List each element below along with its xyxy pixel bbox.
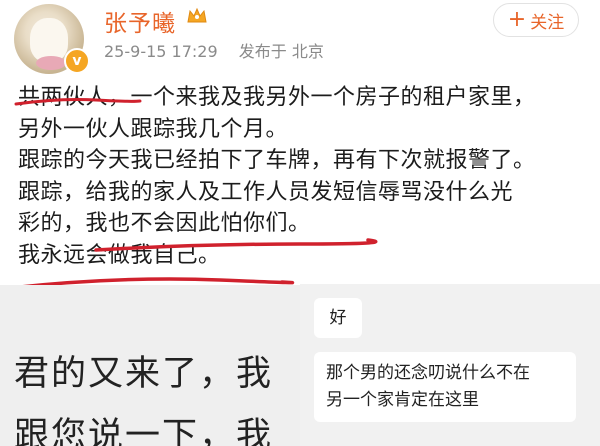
chat-bubble-line: 另一个家肯定在这里: [326, 390, 479, 410]
chat-text-line: 君的又来了，我: [14, 354, 274, 394]
plus-icon: +: [507, 7, 527, 32]
chat-screenshot-left: 君的又来了，我 跟您说一下，我: [0, 285, 300, 446]
chat-bubble-line: 那个男的还念叨说什么不在: [326, 363, 530, 383]
post-line: 跟踪的今天我已经拍下了车牌，再有下次就报警了。: [18, 148, 536, 173]
avatar-flower: [36, 56, 66, 70]
username[interactable]: 张予曦: [104, 4, 176, 38]
post-line: 我永远会做我自己。: [18, 242, 221, 268]
verified-badge-icon: v: [64, 48, 90, 74]
post-line: 共两伙人，一个来我及我另外一个房子的租户家里，: [18, 85, 536, 110]
follow-label: 关注: [530, 12, 565, 33]
post-line: 彩的，我也不会因此怕你们。: [18, 211, 311, 236]
follow-button[interactable]: + 关注: [493, 3, 579, 37]
post-line: 跟踪，给我的家人及工作人员发短信辱骂没什么光: [18, 179, 514, 205]
crown-icon: [187, 7, 207, 23]
post-body: 共两伙人，一个来我及我另外一个房子的租户家里， 另外一伙人跟踪我几个月。 跟踪的…: [18, 82, 588, 271]
post-timestamp: 25-9-15 17:29: [104, 42, 218, 61]
chat-text-line: 跟您说一下，我: [14, 416, 274, 446]
chat-bubble: 好: [314, 298, 362, 338]
post-location: 发布于 北京: [238, 42, 324, 61]
chat-bubble: 那个男的还念叨说什么不在 另一个家肯定在这里: [314, 352, 576, 422]
post-line: 另外一伙人跟踪我几个月。: [18, 116, 289, 142]
post-meta: 25-9-15 17:29 发布于 北京: [104, 38, 324, 62]
